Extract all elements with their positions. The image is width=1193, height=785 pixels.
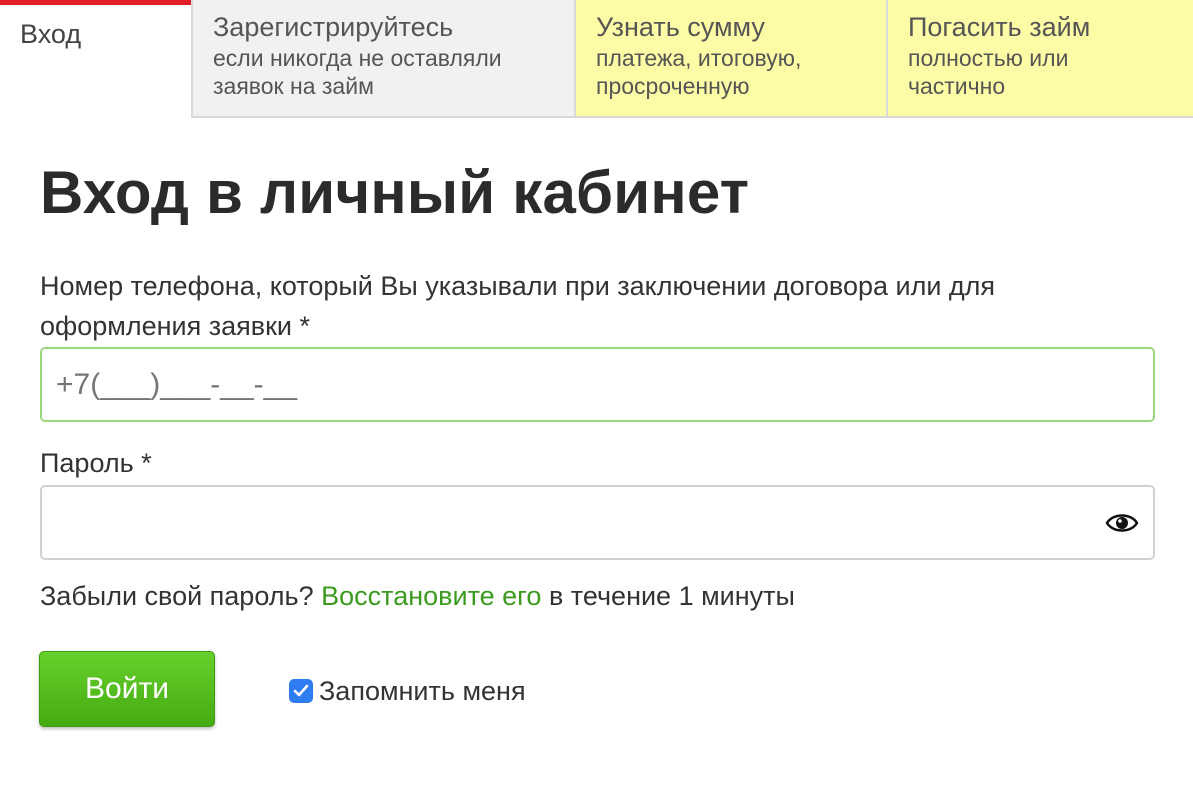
- password-label: Пароль *: [40, 448, 152, 478]
- remember-me-label: Запомнить меня: [319, 675, 526, 706]
- restore-password-link[interactable]: Восстановите его: [321, 581, 541, 611]
- page-title: Вход в личный кабинет: [40, 159, 750, 226]
- tab-repay-loan-title: Погасить займ: [908, 12, 1091, 42]
- phone-label: Номер телефона, который Вы указывали при…: [40, 271, 996, 341]
- tab-register-subtitle: если никогда не оставляли заявок на займ: [213, 44, 554, 100]
- forgot-password-text: Забыли свой пароль? Восстановите его в т…: [40, 581, 795, 612]
- login-button[interactable]: Войти: [39, 651, 215, 727]
- tab-payment-sum-sub1: платежа, итоговую,: [596, 45, 802, 71]
- tab-repay-loan[interactable]: Погасить займ полностью или частично: [886, 0, 1193, 118]
- tab-register-sub1: если никогда не оставляли: [213, 45, 502, 71]
- phone-field-wrapper: [40, 347, 1155, 422]
- tab-payment-sum-subtitle: платежа, итоговую, просроченную: [596, 44, 866, 100]
- tab-repay-loan-sub2: частично: [908, 73, 1006, 99]
- tab-login-title: Вход: [20, 19, 82, 49]
- forgot-password-suffix: в течение 1 минуты: [548, 581, 795, 611]
- phone-input[interactable]: [42, 349, 1153, 420]
- tab-bar: Вход Зарегистрируйтесь если никогда не о…: [0, 0, 1193, 118]
- tab-repay-loan-sub1: полностью или: [908, 45, 1069, 71]
- eye-icon[interactable]: [1105, 509, 1139, 537]
- tab-payment-sum-title: Узнать сумму: [596, 12, 765, 42]
- password-input[interactable]: [42, 487, 1153, 558]
- tab-register[interactable]: Зарегистрируйтесь если никогда не оставл…: [191, 0, 574, 118]
- password-field-wrapper: [40, 485, 1155, 560]
- tab-login[interactable]: Вход: [0, 0, 191, 118]
- checkmark-icon[interactable]: [289, 679, 313, 703]
- tab-payment-sum-sub2: просроченную: [596, 73, 750, 99]
- tab-register-title: Зарегистрируйтесь: [213, 12, 454, 42]
- tab-repay-loan-subtitle: полностью или частично: [908, 44, 1173, 100]
- tab-payment-sum[interactable]: Узнать сумму платежа, итоговую, просроче…: [574, 0, 886, 118]
- forgot-password-prefix: Забыли свой пароль?: [40, 581, 314, 611]
- remember-me-checkbox[interactable]: Запомнить меня: [289, 674, 526, 708]
- tab-register-sub2: заявок на займ: [213, 73, 374, 99]
